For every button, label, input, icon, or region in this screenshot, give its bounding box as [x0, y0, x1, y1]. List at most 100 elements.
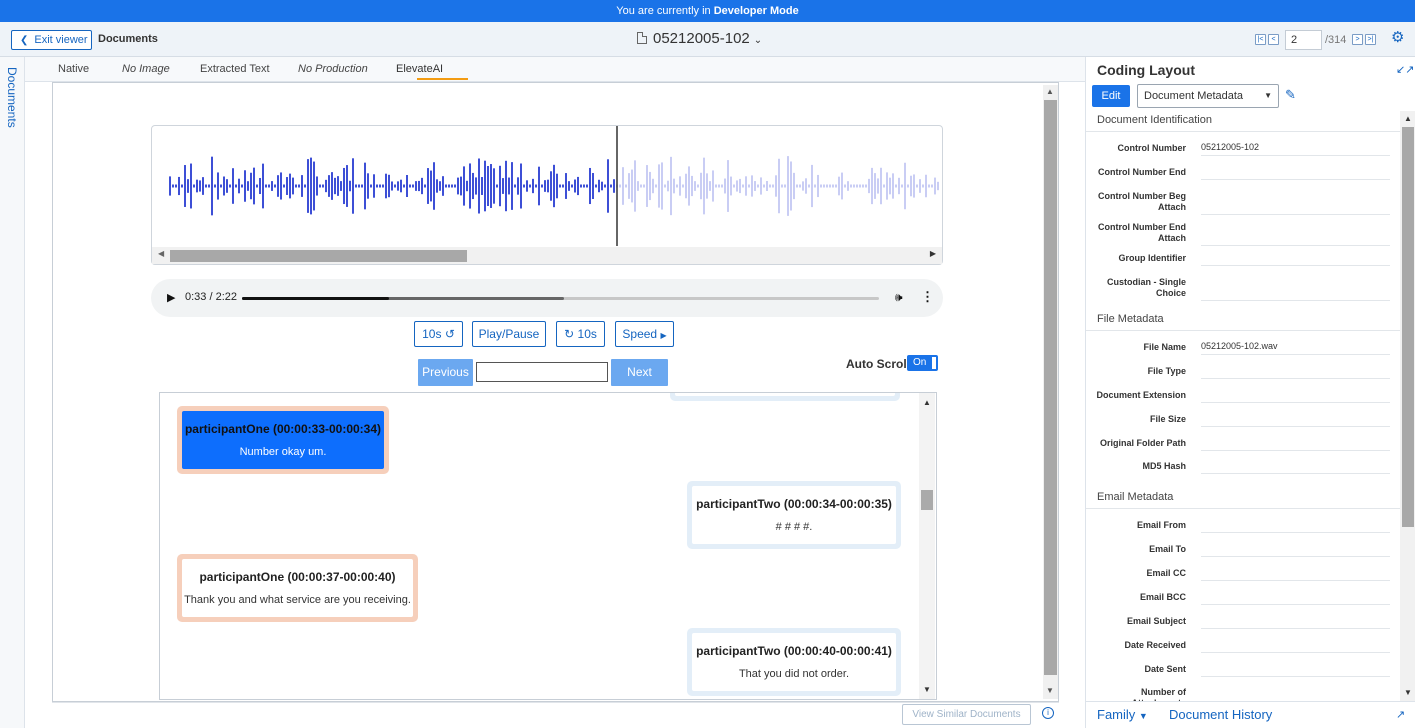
document-number-input[interactable]: 2	[1285, 30, 1322, 50]
field-label: Email BCC	[1139, 592, 1186, 602]
viewer-scroll-thumb[interactable]	[1044, 100, 1057, 675]
field-value-date-sent[interactable]	[1201, 663, 1390, 677]
scroll-down-icon[interactable]: ▼	[923, 685, 931, 694]
field-value-original-folder-path[interactable]	[1201, 437, 1390, 451]
document-history-tab[interactable]: Document History	[1169, 707, 1272, 722]
field-value-file-size[interactable]	[1201, 413, 1390, 427]
field-label: Control Number End Attach	[1098, 222, 1186, 243]
expand-panel-icon[interactable]: ↗	[1396, 708, 1405, 721]
field-value-email-bcc[interactable]	[1201, 591, 1390, 605]
more-options-icon[interactable]: ⋮	[921, 289, 934, 305]
previous-document-icon[interactable]: <	[1268, 34, 1279, 45]
transcript-scrollbar[interactable]: ▲ ▼	[919, 393, 935, 699]
pencil-icon[interactable]: ✎	[1285, 87, 1296, 103]
tab-elevateai[interactable]: ElevateAI	[396, 63, 443, 75]
active-tab-indicator	[417, 78, 468, 80]
waveform[interactable]	[152, 126, 942, 246]
view-similar-documents-button[interactable]: View Similar Documents	[902, 704, 1031, 725]
player-progress	[242, 297, 389, 300]
exit-viewer-label: Exit viewer	[34, 34, 88, 46]
field-value-file-type[interactable]	[1201, 365, 1390, 379]
field-value-md5-hash[interactable]	[1201, 460, 1390, 474]
exit-viewer-button[interactable]: ❮ Exit viewer	[11, 30, 92, 50]
field-label: Original Folder Path	[1099, 438, 1186, 448]
transcript-list[interactable]: participantOne (00:00:33-00:00:34) Numbe…	[159, 392, 937, 700]
auto-scroll-toggle[interactable]: On	[907, 355, 938, 371]
panel-title: Coding Layout	[1097, 62, 1195, 78]
documents-rail-label[interactable]: Documents	[5, 67, 19, 128]
waveform-scroll-thumb[interactable]	[170, 250, 467, 262]
field-value-group-identifier[interactable]	[1201, 252, 1390, 266]
rewind-10s-button[interactable]: 10s ↺	[414, 321, 463, 347]
speaker-label: participantOne (00:00:33-00:00:34)	[184, 422, 382, 436]
field-value-email-from[interactable]	[1201, 519, 1390, 533]
transcript-entry[interactable]: participantOne (00:00:33-00:00:34) Numbe…	[177, 406, 389, 474]
tab-no-production[interactable]: No Production	[298, 63, 368, 75]
transcript-scroll-thumb[interactable]	[921, 490, 933, 510]
field-label: Control Number End	[1098, 167, 1186, 177]
next-match-button[interactable]: Next	[611, 359, 668, 386]
field-value-custodian[interactable]	[1201, 287, 1390, 301]
field-value-email-to[interactable]	[1201, 543, 1390, 557]
edit-layout-button[interactable]: Edit	[1092, 85, 1130, 107]
field-value-date-received[interactable]	[1201, 639, 1390, 653]
transcript-entry[interactable]: participantTwo (00:00:40-00:00:41) That …	[687, 628, 901, 696]
field-value-file-name[interactable]: 05212005-102.wav	[1201, 341, 1390, 355]
scroll-up-icon[interactable]: ▲	[1404, 114, 1412, 123]
next-document-icon[interactable]: >	[1352, 34, 1363, 45]
tab-native[interactable]: Native	[58, 63, 89, 75]
layout-select[interactable]: Document Metadata ▼	[1137, 84, 1279, 108]
field-value-control-number-end[interactable]	[1201, 166, 1390, 180]
waveform-panel[interactable]: ◀ ▶	[151, 125, 943, 265]
scroll-up-icon[interactable]: ▲	[923, 398, 931, 407]
viewer-scrollbar[interactable]: ▲ ▼	[1043, 85, 1058, 699]
speed-button[interactable]: Speed ▶	[615, 321, 674, 347]
tab-no-image[interactable]: No Image	[122, 63, 170, 75]
audio-player: ▶ 0:33 / 2:22 🕪 ⋮	[151, 279, 943, 317]
section-email-metadata: Email Metadata	[1086, 491, 1400, 509]
scroll-up-icon[interactable]: ▲	[1046, 87, 1054, 96]
scroll-down-icon[interactable]: ▼	[1046, 686, 1054, 695]
gear-icon[interactable]: ⚙	[1391, 30, 1405, 45]
volume-icon[interactable]: 🕪	[895, 290, 903, 305]
toggle-state: On	[913, 357, 927, 368]
tab-extracted-text[interactable]: Extracted Text	[200, 63, 270, 75]
waveform-scrollbar[interactable]: ◀ ▶	[152, 247, 942, 264]
rewind-label: 10s	[422, 327, 442, 341]
last-document-icon[interactable]: >|	[1365, 34, 1376, 45]
transcript-entry[interactable]: participantOne (00:00:37-00:00:40) Thank…	[177, 554, 418, 622]
info-icon[interactable]: i	[1042, 707, 1054, 719]
scroll-right-icon[interactable]: ▶	[930, 249, 936, 258]
previous-match-button[interactable]: Previous	[418, 359, 473, 386]
banner-mode: Developer Mode	[713, 5, 799, 17]
scroll-down-icon[interactable]: ▼	[1404, 688, 1412, 697]
field-value-control-number-beg-attach[interactable]	[1201, 201, 1390, 215]
panel-scroll-thumb[interactable]	[1402, 127, 1414, 527]
transcript-search-input[interactable]	[476, 362, 608, 382]
collapse-panel-icon[interactable]: ↙↗	[1396, 63, 1414, 76]
play-pause-button[interactable]: Play/Pause	[472, 321, 546, 347]
file-icon	[637, 32, 647, 44]
panel-scrollbar[interactable]: ▲ ▼	[1400, 111, 1415, 701]
player-seek-bar[interactable]	[242, 297, 879, 300]
speaker-label: participantTwo (00:00:34-00:00:35)	[696, 497, 892, 511]
breadcrumb-documents[interactable]: Documents	[98, 33, 158, 45]
transcript-bubble	[675, 393, 895, 396]
document-title-dropdown[interactable]: 05212005-102 ⌄	[637, 30, 762, 47]
transcript-entry[interactable]: participantTwo (00:00:34-00:00:35) # # #…	[687, 481, 901, 549]
field-value-control-number-end-attach[interactable]	[1201, 232, 1390, 246]
play-icon[interactable]: ▶	[167, 291, 175, 304]
transcript-previous-fragment	[670, 393, 900, 401]
field-value-email-subject[interactable]	[1201, 615, 1390, 629]
field-label: Control Number Beg Attach	[1097, 191, 1186, 212]
field-label: Date Received	[1124, 640, 1186, 650]
transcript-bubble: participantOne (00:00:33-00:00:34) Numbe…	[182, 411, 384, 469]
first-document-icon[interactable]: |<	[1255, 34, 1266, 45]
family-tab[interactable]: Family ▼	[1097, 707, 1148, 722]
field-value-document-extension[interactable]	[1201, 389, 1390, 403]
scroll-left-icon[interactable]: ◀	[158, 249, 164, 258]
field-value-email-cc[interactable]	[1201, 567, 1390, 581]
field-label: Control Number	[1117, 143, 1187, 153]
forward-10s-button[interactable]: ↻ 10s	[556, 321, 605, 347]
field-value-control-number[interactable]: 05212005-102	[1201, 142, 1390, 156]
